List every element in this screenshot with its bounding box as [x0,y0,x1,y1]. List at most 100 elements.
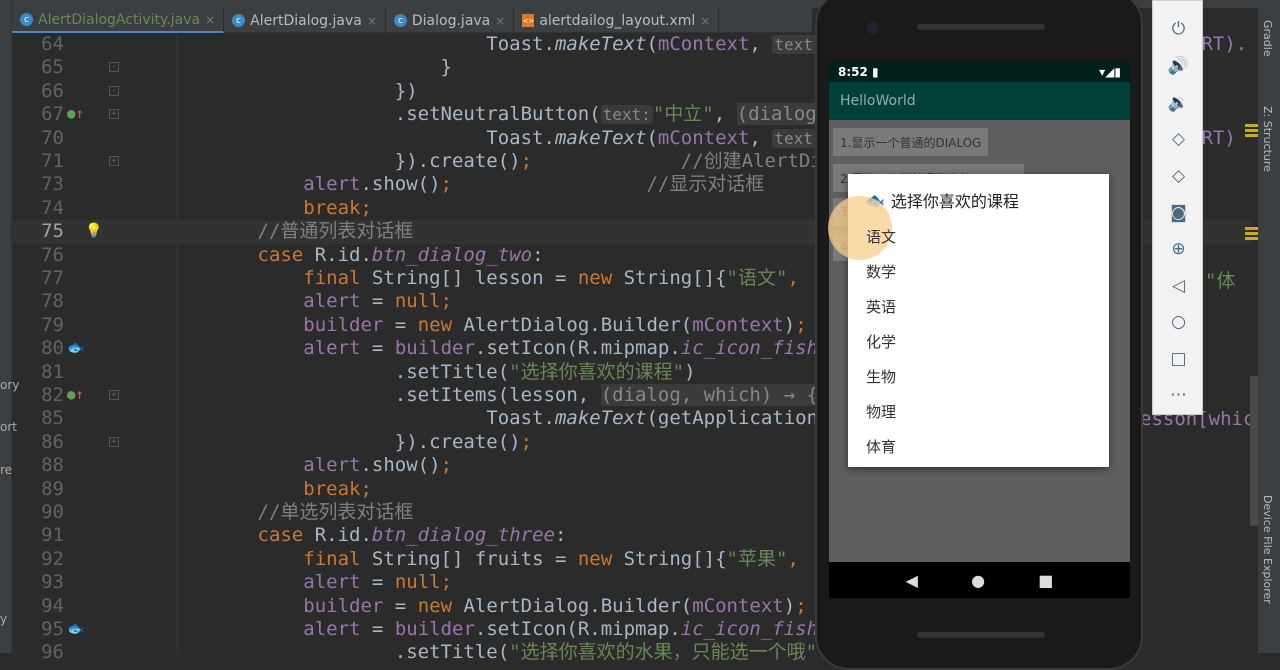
rotate-right-icon[interactable]: ◇ [1153,166,1204,186]
fold-toggle-icon[interactable]: + [109,436,119,447]
line-number[interactable]: 92 [12,548,64,571]
close-icon[interactable]: × [495,14,505,28]
code-token: , [787,267,811,289]
line-number[interactable]: 66 [12,80,64,103]
code-token: btn_dialog_two [371,243,533,266]
code-token: = [360,618,395,640]
code-token: : [532,243,544,266]
fish-icon[interactable]: 🐟 [67,337,84,360]
dialog-list-item[interactable]: 体育 [866,436,896,457]
signal-battery-icons: ▾◢▮ [1099,65,1121,79]
line-number[interactable]: 64 [12,33,64,56]
line-number[interactable]: 77 [12,267,64,290]
lightbulb-icon[interactable]: 💡 [67,220,102,243]
code-text: Toast.makeText(mContext, text: [166,126,825,150]
implements-marker-icon[interactable]: ●↑ [67,103,84,126]
overview-icon[interactable]: □ [1153,349,1204,369]
code-token: ( [646,126,658,149]
close-icon[interactable]: × [205,13,215,27]
scrollbar[interactable] [1250,376,1258,526]
code-token: ; [795,594,807,617]
code-token: }) [394,79,418,102]
back-icon[interactable]: ◀ [906,571,918,590]
fold-toggle-icon[interactable]: - [109,62,119,73]
fold-toggle-icon[interactable]: + [109,390,119,400]
line-number[interactable]: 88 [12,454,64,477]
code-token: ) [684,360,696,383]
line-number[interactable]: 79 [12,314,64,337]
line-number[interactable]: 75 [12,220,64,243]
tool-label[interactable]: re [0,463,12,477]
line-number[interactable]: 65 [12,56,64,79]
volume-up-icon[interactable]: 🔊 [1153,56,1204,76]
left-tool-strip: ory ort re y [0,0,19,653]
dialog-list-item[interactable]: 数学 [866,261,896,282]
gradle-tool[interactable]: Gradle [1261,20,1274,57]
back-icon[interactable]: ◁ [1153,276,1204,296]
dialog-list-item[interactable]: 语文 [866,226,896,247]
line-number[interactable]: 93 [12,571,64,594]
home-icon[interactable]: ○ [1153,312,1204,332]
line-number[interactable]: 82 [12,384,64,407]
app-bar: HelloWorld [829,82,1130,120]
line-number[interactable]: 71 [12,150,64,173]
more-icon[interactable]: ⋯ [1153,385,1204,405]
line-number[interactable]: 95 [12,618,64,641]
zoom-icon[interactable]: ⊕ [1153,239,1204,259]
code-token: alert [303,290,361,313]
warning-marker[interactable] [1245,227,1259,230]
line-number[interactable]: 74 [12,197,64,220]
fold-toggle-icon[interactable]: - [109,85,119,96]
close-icon[interactable]: × [700,14,710,28]
tab-alertdialogactivity[interactable]: c AlertDialogActivity.java × [12,8,225,33]
fish-icon[interactable]: 🐟 [67,618,84,641]
code-token: //普通列表对话框 [257,220,414,243]
line-number[interactable]: 94 [12,595,64,618]
line-number[interactable]: 85 [12,407,64,430]
code-token: "语文" [726,267,788,289]
tool-label[interactable]: y [0,612,7,626]
code-text: .setItems(lesson, (dialog, which) → { [166,384,819,407]
line-number[interactable]: 76 [12,244,64,267]
line-number[interactable]: 90 [12,501,64,524]
dialog-list-item[interactable]: 英语 [866,296,896,317]
code-token: case [257,524,315,547]
code-text: }).create(); //创建AlertDi [166,150,822,173]
code-token: alert [303,337,361,360]
line-number[interactable]: 70 [12,127,64,150]
close-icon[interactable]: × [367,14,377,28]
dialog-list-item[interactable]: 物理 [866,401,896,422]
power-icon[interactable]: ⏻ [1153,19,1204,39]
code-token: ic_icon_fish [680,337,819,360]
line-number[interactable]: 78 [12,290,64,313]
tab-layout-xml[interactable]: <> alertdailog_layout.xml × [514,8,720,33]
line-number[interactable]: 91 [12,524,64,547]
code-token: = [360,337,395,360]
volume-down-icon[interactable]: 🔉 [1153,93,1204,113]
dialog-list-item[interactable]: 生物 [866,366,896,387]
implements-marker-icon[interactable]: ●↑ [67,384,84,407]
fold-toggle-icon[interactable]: + [109,156,119,166]
line-number[interactable]: 89 [12,478,64,501]
tab-dialog[interactable]: c Dialog.java × [386,8,515,33]
rotate-left-icon[interactable]: ◇ [1153,129,1204,149]
line-number[interactable]: 80 [12,337,64,360]
line-number[interactable]: 81 [12,361,64,384]
warning-marker[interactable] [1245,124,1259,127]
home-icon[interactable]: ● [971,571,985,590]
dialog-button-1[interactable]: 1.显示一个普通的DIALOG [833,128,989,156]
recents-icon[interactable]: ■ [1038,571,1053,590]
code-text: alert = null; [166,571,452,594]
dialog-list-item[interactable]: 化学 [866,331,896,352]
structure-tool[interactable]: Z: Structure [1261,106,1274,172]
device-file-explorer-tool[interactable]: Device File Explorer [1261,495,1274,604]
fold-toggle-icon[interactable]: + [109,109,119,120]
line-number[interactable]: 67 [12,103,64,126]
camera-icon[interactable]: ◙ [1153,203,1204,223]
tab-alertdialog[interactable]: c AlertDialog.java × [224,8,386,33]
line-number[interactable]: 86 [12,431,64,454]
code-token: .setTitle( [394,360,510,383]
line-number[interactable]: 73 [12,173,64,196]
code-token: , [787,547,811,570]
line-number[interactable]: 96 [12,641,64,664]
